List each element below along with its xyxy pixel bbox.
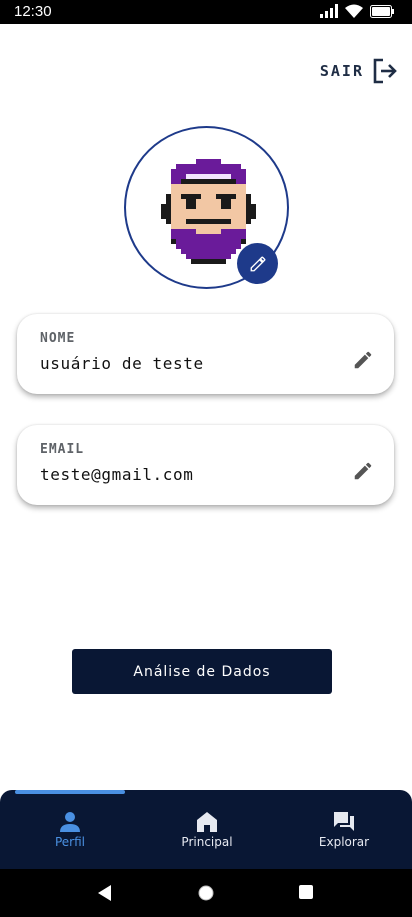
battery-icon (370, 4, 394, 18)
name-field-card: NOME usuário de teste (17, 314, 394, 394)
edit-email-button[interactable] (352, 460, 374, 487)
signal-icon (320, 4, 338, 18)
pencil-icon (250, 256, 265, 271)
logout-label: SAIR (319, 62, 364, 80)
email-field-card: EMAIL teste@gmail.com (17, 425, 394, 505)
data-analysis-button[interactable]: Análise de Dados (72, 649, 332, 694)
back-icon (98, 885, 111, 901)
logout-icon (373, 58, 397, 84)
nav-item-perfil[interactable]: Perfil (10, 810, 130, 849)
edit-avatar-button[interactable] (237, 243, 278, 284)
nav-item-explorar[interactable]: Explorar (284, 810, 404, 849)
status-time: 12:30 (14, 3, 52, 20)
pencil-icon (354, 351, 372, 369)
bottom-nav: Perfil Principal Explorar (0, 790, 412, 869)
logout-button[interactable]: SAIR (320, 58, 398, 84)
nav-item-principal[interactable]: Principal (147, 810, 267, 849)
name-field-label: NOME (40, 331, 76, 346)
home-system-button[interactable] (198, 885, 214, 906)
pixel-avatar-image (161, 159, 256, 264)
system-nav-bar (0, 869, 412, 917)
nav-item-label: Principal (181, 835, 233, 849)
home-icon (197, 812, 217, 832)
square-recents-icon (299, 885, 313, 899)
name-field-value: usuário de teste (40, 354, 204, 373)
wifi-icon (345, 4, 363, 18)
pencil-icon (354, 462, 372, 480)
active-tab-indicator (15, 790, 125, 794)
nav-item-label: Explorar (318, 835, 370, 849)
recents-button[interactable] (299, 885, 313, 904)
status-bar: 12:30 (0, 0, 412, 24)
back-button[interactable] (98, 885, 112, 906)
nav-item-label: Perfil (54, 835, 86, 849)
person-icon (60, 812, 80, 832)
chat-icon (334, 812, 354, 831)
status-icons (320, 4, 394, 18)
circle-home-icon (198, 885, 214, 901)
email-field-label: EMAIL (40, 442, 85, 457)
email-field-value: teste@gmail.com (40, 465, 194, 484)
edit-name-button[interactable] (352, 349, 374, 376)
